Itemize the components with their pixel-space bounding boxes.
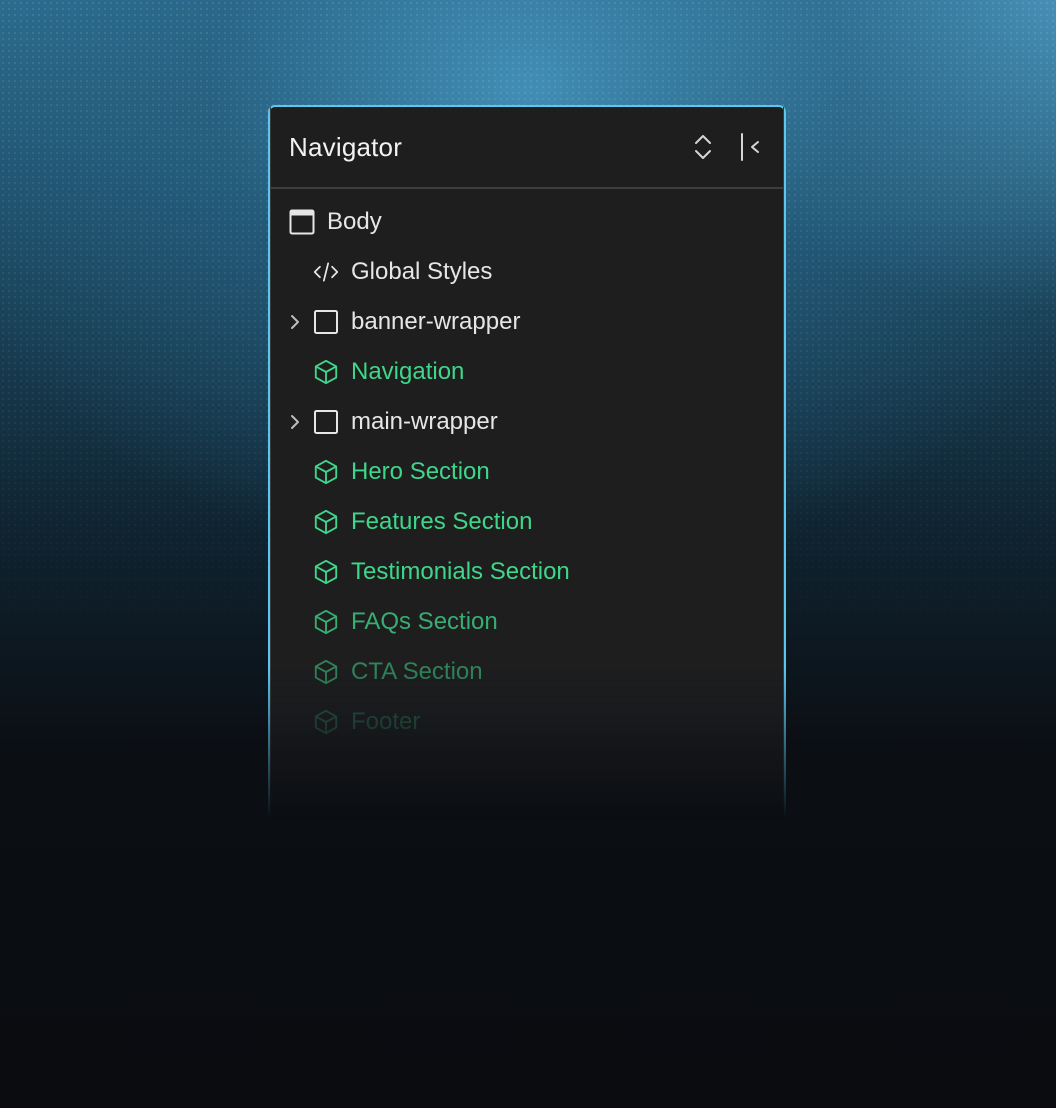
tree-item-banner-wrapper[interactable]: banner-wrapper xyxy=(270,297,784,347)
tree-item-cta-section[interactable]: CTA Section xyxy=(270,647,784,697)
tree-item-label: Navigation xyxy=(351,358,465,385)
tree-item-label: Hero Section xyxy=(351,458,490,485)
navigator-tree: Body Global Styles banner-wrapper Naviga… xyxy=(270,189,784,747)
box-outline-icon xyxy=(313,409,339,435)
tree-item-label: Features Section xyxy=(351,508,533,535)
tree-item-label: CTA Section xyxy=(351,658,483,685)
component-cube-icon xyxy=(313,659,339,685)
tree-item-footer[interactable]: Footer xyxy=(270,697,784,747)
code-icon xyxy=(313,259,339,285)
body-frame-icon xyxy=(289,209,315,235)
expand-collapse-all-button[interactable] xyxy=(690,131,716,163)
component-cube-icon xyxy=(313,459,339,485)
component-cube-icon xyxy=(313,709,339,735)
tree-item-label: Body xyxy=(327,208,382,235)
collapse-left-icon xyxy=(741,133,759,161)
header-actions xyxy=(690,131,764,163)
tree-item-hero-section[interactable]: Hero Section xyxy=(270,447,784,497)
chevron-right-icon[interactable] xyxy=(288,315,302,329)
chevron-up-down-icon xyxy=(695,135,711,159)
tree-item-label: main-wrapper xyxy=(351,408,498,435)
navigator-header: Navigator xyxy=(270,107,784,189)
tree-item-body[interactable]: Body xyxy=(270,197,784,247)
component-cube-icon xyxy=(313,359,339,385)
tree-item-features-section[interactable]: Features Section xyxy=(270,497,784,547)
box-outline-icon xyxy=(313,309,339,335)
navigator-title: Navigator xyxy=(289,131,403,162)
tree-item-faqs-section[interactable]: FAQs Section xyxy=(270,597,784,647)
component-cube-icon xyxy=(313,609,339,635)
tree-item-main-wrapper[interactable]: main-wrapper xyxy=(270,397,784,447)
tree-item-testimonials-section[interactable]: Testimonials Section xyxy=(270,547,784,597)
tree-item-label: Global Styles xyxy=(351,258,493,285)
tree-item-label: FAQs Section xyxy=(351,608,498,635)
collapse-panel-button[interactable] xyxy=(738,131,764,163)
tree-item-navigation[interactable]: Navigation xyxy=(270,347,784,397)
navigator-panel: Navigator Body Global Styles banner-wrap… xyxy=(268,105,786,865)
component-cube-icon xyxy=(313,559,339,585)
tree-item-global-styles[interactable]: Global Styles xyxy=(270,247,784,297)
component-cube-icon xyxy=(313,509,339,535)
chevron-right-icon[interactable] xyxy=(288,415,302,429)
tree-item-label: Footer xyxy=(351,708,421,735)
tree-item-label: banner-wrapper xyxy=(351,308,521,335)
tree-item-label: Testimonials Section xyxy=(351,558,570,585)
